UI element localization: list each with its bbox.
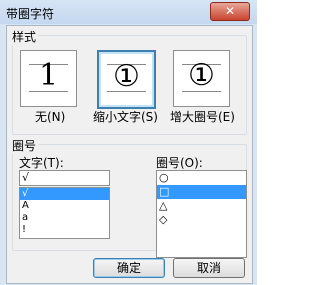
text-list-item[interactable]: ! bbox=[20, 224, 109, 236]
circle-list-item[interactable]: □ bbox=[157, 185, 246, 199]
circle-group-legend: 圈号 bbox=[10, 137, 39, 154]
circle-list-item[interactable]: ○ bbox=[157, 171, 246, 185]
circle-list-item[interactable]: △ bbox=[157, 199, 246, 213]
circle-list[interactable]: ○ □ △ ◇ bbox=[156, 170, 247, 258]
text-list[interactable]: √ A a ! bbox=[19, 187, 110, 239]
text-field-label: 文字(T): bbox=[19, 156, 64, 170]
style-shrink-text-option[interactable]: ① bbox=[97, 50, 156, 109]
close-icon: ✕ bbox=[224, 4, 236, 18]
dialog-body: 样式 1 无(N) ① 缩小文字(S) ① 增大圈号(E) 圈号 文字(T): … bbox=[6, 25, 253, 284]
circle-list-item[interactable]: ◇ bbox=[157, 213, 246, 227]
style-enlarge-circle-glyph: ① bbox=[188, 58, 215, 93]
text-input[interactable]: √ bbox=[19, 170, 110, 186]
dialog-window: 带圈字符 ✕ 样式 1 无(N) ① 缩小文字(S) ① 增大圈号(E) 圈号 bbox=[0, 0, 257, 285]
style-enlarge-circle-option[interactable]: ① bbox=[173, 50, 230, 107]
circle-field-label: 圈号(O): bbox=[156, 156, 203, 170]
style-enlarge-circle-label: 增大圈号(E) bbox=[170, 110, 235, 124]
style-shrink-text-label: 缩小文字(S) bbox=[93, 110, 158, 124]
style-none-option[interactable]: 1 bbox=[20, 50, 77, 107]
cancel-button[interactable]: 取消 bbox=[173, 258, 245, 278]
style-none-label: 无(N) bbox=[35, 110, 66, 124]
close-button[interactable]: ✕ bbox=[210, 2, 250, 21]
text-list-item[interactable]: √ bbox=[20, 188, 109, 200]
ok-button[interactable]: 确定 bbox=[93, 258, 165, 278]
style-none-glyph: 1 bbox=[38, 58, 59, 93]
text-list-item[interactable]: A bbox=[20, 200, 109, 212]
dialog-title: 带圈字符 bbox=[6, 7, 55, 21]
style-shrink-text-glyph: ① bbox=[113, 59, 140, 94]
text-list-item[interactable]: a bbox=[20, 212, 109, 224]
style-group-legend: 样式 bbox=[10, 28, 39, 45]
title-bar: 带圈字符 ✕ bbox=[0, 0, 257, 24]
